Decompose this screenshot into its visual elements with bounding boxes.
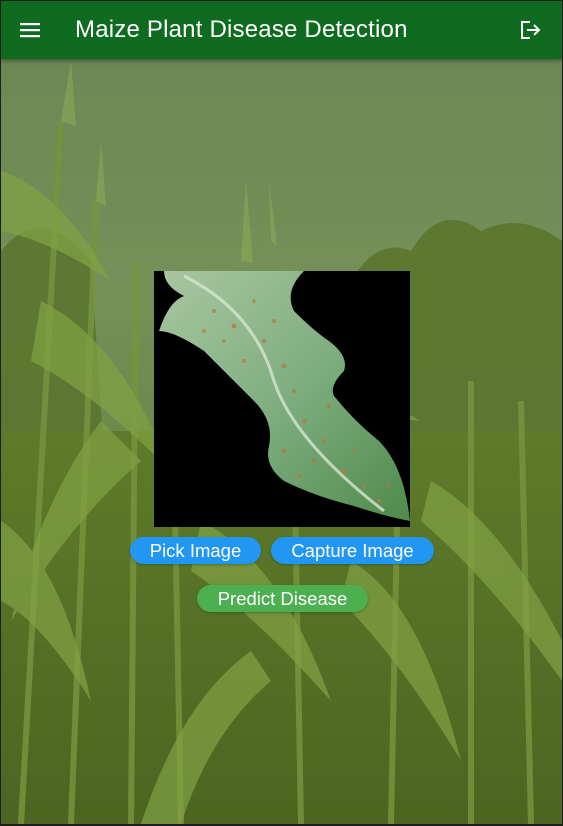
app-title: Maize Plant Disease Detection bbox=[75, 16, 408, 43]
app-screen: Maize Plant Disease Detection Pick Image… bbox=[1, 1, 562, 824]
pick-image-button[interactable]: Pick Image bbox=[130, 537, 261, 564]
leaf-image bbox=[154, 271, 410, 527]
logout-button[interactable] bbox=[506, 1, 554, 59]
app-bar: Maize Plant Disease Detection bbox=[1, 1, 562, 59]
capture-image-button[interactable]: Capture Image bbox=[271, 537, 434, 564]
logout-icon bbox=[521, 21, 541, 39]
image-preview bbox=[154, 271, 410, 527]
menu-button[interactable] bbox=[1, 1, 59, 59]
menu-icon bbox=[20, 23, 40, 38]
predict-disease-button[interactable]: Predict Disease bbox=[197, 585, 368, 612]
